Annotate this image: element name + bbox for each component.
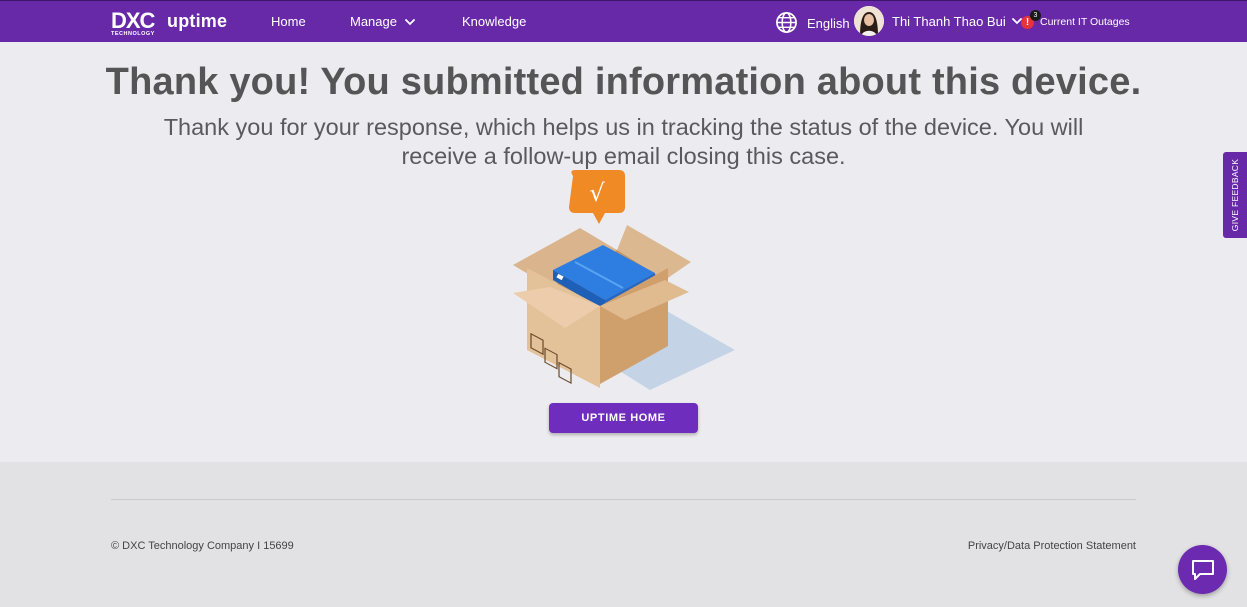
current-it-outages-link[interactable]: Current IT Outages: [1040, 16, 1130, 28]
user-menu[interactable]: Thi Thanh Thao Bui: [892, 14, 1022, 29]
user-name: Thi Thanh Thao Bui: [892, 14, 1006, 29]
copyright-text: © DXC Technology Company I 15699: [111, 540, 294, 552]
logo-product-text: uptime: [167, 11, 228, 31]
language-selector[interactable]: English: [807, 16, 850, 31]
give-feedback-label: GIVE FEEDBACK: [1230, 158, 1240, 232]
box-illustration: √: [513, 170, 735, 390]
nav-home-link[interactable]: Home: [271, 14, 306, 30]
confirmation-message: Thank you for your response, which helps…: [163, 114, 1084, 169]
check-mark: √: [589, 179, 605, 207]
chat-icon: [1191, 559, 1214, 580]
privacy-statement-link[interactable]: Privacy/Data Protection Statement: [968, 540, 1136, 552]
logo-brand-text: DXC: [111, 8, 155, 33]
logo-sub-text: TECHNOLOGY: [111, 31, 155, 37]
avatar[interactable]: [854, 6, 884, 36]
dxc-logo-mark: DXC TECHNOLOGY: [111, 10, 161, 38]
nav-manage-label: Manage: [350, 14, 397, 29]
chat-button[interactable]: [1178, 545, 1227, 594]
chevron-down-icon: [405, 18, 415, 25]
page-title: Thank you! You submitted information abo…: [105, 61, 1142, 103]
confirmation-panel: Thank you! You submitted information abo…: [0, 42, 1247, 462]
nav-manage-dropdown[interactable]: Manage: [350, 14, 415, 30]
footer-divider: [111, 499, 1136, 500]
page-footer: © DXC Technology Company I 15699 Privacy…: [0, 462, 1247, 607]
dxc-uptime-logo[interactable]: DXC TECHNOLOGY uptime: [111, 10, 227, 38]
uptime-home-button[interactable]: UPTIME HOME: [549, 403, 698, 433]
globe-icon[interactable]: [775, 11, 798, 34]
top-navigation-bar: DXC TECHNOLOGY uptime Home Manage Knowle…: [0, 0, 1247, 42]
nav-knowledge-link[interactable]: Knowledge: [462, 14, 526, 30]
give-feedback-tab[interactable]: GIVE FEEDBACK: [1223, 152, 1247, 238]
